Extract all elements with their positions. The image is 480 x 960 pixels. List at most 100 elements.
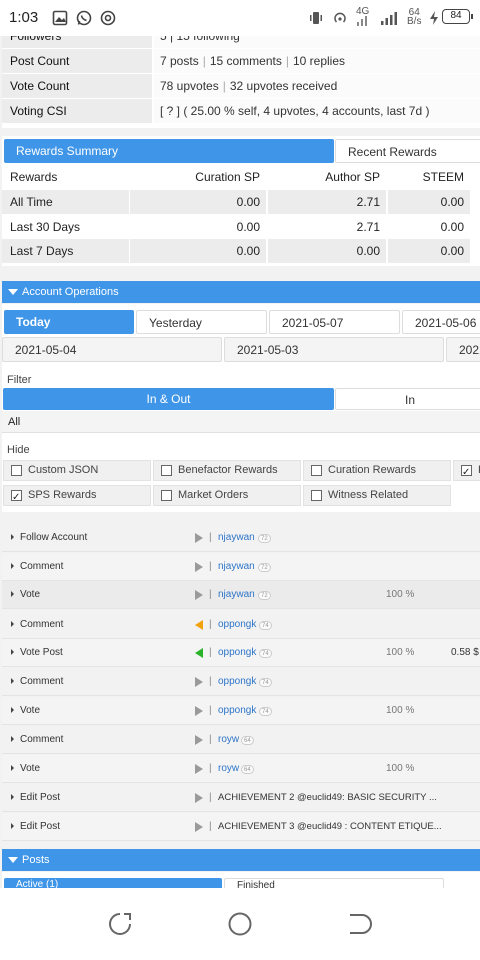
steem-value: 0.00: [440, 220, 464, 234]
checkbox-icon: [11, 465, 22, 476]
operation-row[interactable]: Edit Post | ACHIEVEMENT 3 @euclid49 : CO…: [2, 813, 480, 841]
expand-caret-icon: [11, 678, 14, 684]
date-tab-2021-05-03[interactable]: 2021-05-03: [224, 337, 444, 362]
label-post-count: Post Count: [2, 49, 152, 73]
hide-label: Hide: [7, 444, 30, 456]
expand-caret-icon: [11, 736, 14, 742]
expand-caret-icon: [11, 563, 14, 569]
expand-caret-icon: [11, 591, 14, 597]
reputation-badge: 72: [258, 563, 271, 572]
expand-caret-icon: [11, 765, 14, 771]
header-rewards: Rewards: [10, 170, 58, 184]
chrome-icon: [100, 10, 116, 26]
operation-row[interactable]: Vote | oppongk 74 100 %: [2, 697, 480, 725]
checkbox-checked-icon: [11, 488, 22, 507]
tab-rewards-summary[interactable]: Rewards Summary: [4, 139, 334, 163]
op-user-link[interactable]: njaywan: [218, 553, 255, 581]
operation-row[interactable]: Comment | oppongk 74: [2, 668, 480, 696]
operation-row[interactable]: Vote | njaywan 72 100 %: [2, 581, 480, 609]
home-icon[interactable]: [227, 911, 253, 937]
vote-weight: 100 %: [386, 647, 415, 658]
reputation-badge: 74: [259, 678, 272, 687]
hide-benefactor-rewards[interactable]: Benefactor Rewards: [153, 460, 301, 481]
account-operations-header[interactable]: Account Operations: [2, 281, 480, 303]
operation-row[interactable]: Follow Account | njaywan 72: [2, 524, 480, 552]
operation-row[interactable]: Vote Post | oppongk 74 100 % 0.58 $: [2, 639, 480, 667]
rewards-row-last-30-days: Last 30 Days 0.00 2.71 0.00: [2, 215, 480, 239]
hide-option-partial[interactable]: R: [453, 460, 480, 482]
back-icon[interactable]: [347, 911, 373, 937]
hide-custom-json[interactable]: Custom JSON: [3, 460, 151, 481]
hide-sps-rewards[interactable]: SPS Rewards: [3, 485, 151, 507]
op-user-link[interactable]: njaywan: [218, 581, 255, 609]
date-tab-2021-05-04[interactable]: 2021-05-04: [2, 337, 222, 362]
value-vote-count: 78 upvotes | 32 upvotes received: [154, 74, 480, 98]
checkbox-icon: [311, 465, 322, 476]
curation-value: 0.00: [236, 220, 260, 234]
op-user-link[interactable]: royw: [218, 755, 239, 783]
vote-weight: 100 %: [386, 589, 415, 600]
operation-row[interactable]: Vote | royw 64 100 %: [2, 755, 480, 783]
op-type: Comment: [20, 619, 64, 630]
vote-weight: 100 %: [386, 705, 415, 716]
rewards-label: Last 30 Days: [10, 220, 81, 234]
value-voting-csi[interactable]: [ ? ] ( 25.00 % self, 4 upvotes, 4 accou…: [154, 99, 480, 123]
reputation-badge: 72: [258, 591, 271, 600]
date-tab-2021-05-06[interactable]: 2021-05-06: [402, 310, 480, 334]
direction-arrow-icon: [195, 822, 203, 832]
operation-row[interactable]: Comment | royw 64: [2, 726, 480, 754]
chip-label: Benefactor Rewards: [178, 464, 278, 476]
charging-icon: [430, 11, 438, 25]
date-tab-yesterday[interactable]: Yesterday: [136, 310, 267, 334]
vibrate-icon: [310, 12, 322, 24]
checkbox-icon: [161, 490, 172, 501]
rewards-card: Rewards Summary Recent Rewards Rewards C…: [2, 136, 480, 266]
filter-tab-in[interactable]: In: [335, 388, 480, 410]
header-curation-sp: Curation SP: [195, 170, 260, 184]
filter-tab-in-out[interactable]: In & Out: [3, 388, 334, 410]
header-author-sp: Author SP: [325, 170, 380, 184]
account-operations-controls: Today Yesterday 2021-05-07 2021-05-06 20…: [2, 304, 480, 512]
tab-recent-rewards[interactable]: Recent Rewards: [335, 139, 480, 163]
post-title-link[interactable]: ACHIEVEMENT 2 @euclid49: BASIC SECURITY …: [218, 784, 437, 812]
chip-label: Curation Rewards: [328, 464, 417, 476]
chip-label: Market Orders: [178, 489, 249, 501]
op-user-link[interactable]: oppongk: [218, 668, 256, 696]
op-user-link[interactable]: oppongk: [218, 611, 256, 639]
author-value: 0.00: [268, 239, 386, 263]
upvotes-count: 78 upvotes: [160, 79, 219, 93]
incoming-arrow-green-icon: [195, 648, 203, 658]
operation-row[interactable]: Comment | njaywan 72: [2, 553, 480, 581]
author-value: 2.71: [268, 190, 386, 214]
posts-header[interactable]: Posts: [2, 849, 480, 871]
posts-tab-finished[interactable]: Finished: [224, 878, 444, 888]
op-type: Comment: [20, 734, 64, 745]
op-user-link[interactable]: njaywan: [218, 524, 255, 552]
operation-row[interactable]: Edit Post | ACHIEVEMENT 2 @euclid49: BAS…: [2, 784, 480, 812]
rewards-header-row: Rewards Curation SP Author SP STEEM: [2, 165, 480, 189]
op-user-link[interactable]: oppongk: [218, 639, 256, 667]
op-user-link[interactable]: oppongk: [218, 697, 256, 725]
hide-market-orders[interactable]: Market Orders: [153, 485, 301, 506]
incoming-arrow-orange-icon: [195, 620, 203, 630]
date-tab-today[interactable]: Today: [4, 310, 134, 334]
checkbox-checked-icon: [461, 463, 472, 482]
op-type: Comment: [20, 561, 64, 572]
recent-apps-icon[interactable]: [107, 911, 133, 937]
post-title-link[interactable]: ACHIEVEMENT 3 @euclid49 : CONTENT ETIQUE…: [218, 813, 442, 841]
filter-select[interactable]: All: [2, 411, 480, 433]
chip-label: SPS Rewards: [28, 489, 97, 501]
date-tab-partial[interactable]: 2021: [446, 337, 480, 362]
posts-tab-active[interactable]: Active (1): [4, 878, 222, 888]
hide-witness-related[interactable]: Witness Related: [303, 485, 451, 506]
author-value: 2.71: [356, 220, 380, 234]
operation-row[interactable]: Comment | oppongk 74: [2, 611, 480, 639]
date-tab-2021-05-07[interactable]: 2021-05-07: [269, 310, 400, 334]
hide-curation-rewards[interactable]: Curation Rewards: [303, 460, 451, 481]
label-voting-csi: Voting CSI: [2, 99, 152, 123]
op-type: Vote: [20, 589, 41, 600]
op-user-link[interactable]: royw: [218, 726, 239, 754]
curation-value: 0.00: [130, 239, 266, 263]
expand-caret-icon: [11, 823, 14, 829]
reputation-badge: 72: [258, 534, 271, 543]
